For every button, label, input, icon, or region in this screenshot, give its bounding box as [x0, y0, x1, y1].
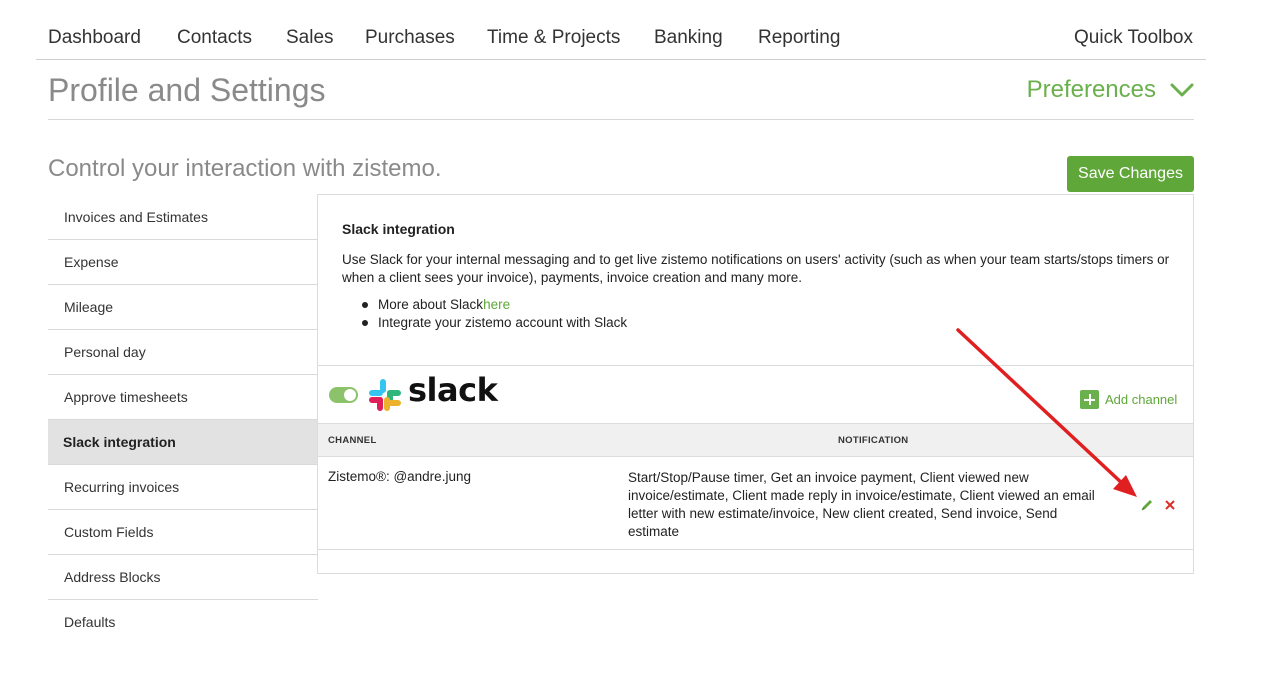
preferences-dropdown[interactable]: Preferences — [1027, 76, 1194, 104]
top-nav: Dashboard Contacts Sales Purchases Time … — [36, 0, 1206, 60]
table-header: CHANNEL NOTIFICATION — [318, 423, 1193, 457]
slack-wordmark: slack — [408, 371, 498, 409]
column-header-channel: CHANNEL — [328, 435, 377, 446]
list-item: More about Slack here — [362, 296, 627, 314]
table-row: Zistemo®: @andre.jung Start/Stop/Pause t… — [318, 457, 1193, 550]
nav-sales[interactable]: Sales — [286, 27, 334, 49]
nav-banking[interactable]: Banking — [654, 27, 723, 49]
toggle-knob — [344, 389, 356, 401]
sidebar-item-recurring-invoices[interactable]: Recurring invoices — [48, 465, 318, 510]
bullet-dot — [362, 320, 368, 326]
plus-icon — [1080, 390, 1099, 409]
settings-sidebar: Invoices and Estimates Expense Mileage P… — [48, 195, 318, 645]
divider — [318, 365, 1193, 366]
sidebar-item-address-blocks[interactable]: Address Blocks — [48, 555, 318, 600]
add-channel-button[interactable]: Add channel — [1080, 390, 1177, 409]
section-subtitle: Control your interaction with zistemo. — [48, 155, 442, 182]
notification-cell: Start/Stop/Pause timer, Get an invoice p… — [628, 470, 1095, 539]
slack-info-link[interactable]: here — [483, 296, 510, 314]
sidebar-item-mileage[interactable]: Mileage — [48, 285, 318, 330]
nav-quick-toolbox[interactable]: Quick Toolbox — [1074, 27, 1193, 49]
info-bullets: More about Slack here Integrate your zis… — [362, 296, 627, 332]
panel-title: Slack integration — [342, 221, 455, 237]
nav-reporting[interactable]: Reporting — [758, 27, 840, 49]
list-item: Integrate your zistemo account with Slac… — [362, 314, 627, 332]
sidebar-item-slack-integration[interactable]: Slack integration — [48, 420, 318, 465]
sidebar-item-custom-fields[interactable]: Custom Fields — [48, 510, 318, 555]
column-header-notification: NOTIFICATION — [838, 435, 909, 446]
channel-cell: Zistemo®: @andre.jung — [328, 469, 471, 484]
nav-time-projects[interactable]: Time & Projects — [487, 27, 620, 49]
save-changes-button[interactable]: Save Changes — [1067, 156, 1194, 192]
chevron-down-icon — [1170, 83, 1194, 97]
nav-dashboard[interactable]: Dashboard — [48, 27, 141, 49]
nav-contacts[interactable]: Contacts — [177, 27, 252, 49]
slack-logo-icon — [369, 379, 401, 411]
sidebar-item-expense[interactable]: Expense — [48, 240, 318, 285]
page-header: Profile and Settings Preferences — [48, 70, 1194, 120]
preferences-label: Preferences — [1026, 76, 1156, 103]
bullet-text: Integrate your zistemo account with Slac… — [378, 315, 628, 330]
slack-integration-panel: Slack integration Use Slack for your int… — [317, 194, 1194, 574]
slack-enabled-toggle[interactable] — [329, 387, 358, 403]
sidebar-item-approve-timesheets[interactable]: Approve timesheets — [48, 375, 318, 420]
page-title: Profile and Settings — [48, 72, 326, 108]
sidebar-item-invoices-estimates[interactable]: Invoices and Estimates — [48, 195, 318, 240]
add-channel-label: Add channel — [1105, 392, 1178, 407]
panel-description: Use Slack for your internal messaging an… — [342, 252, 1170, 285]
sidebar-item-defaults[interactable]: Defaults — [48, 600, 318, 645]
bullet-text: More about Slack — [378, 297, 484, 312]
close-icon[interactable] — [1163, 498, 1177, 512]
pencil-icon[interactable] — [1140, 498, 1154, 512]
sidebar-item-personal-day[interactable]: Personal day — [48, 330, 318, 375]
bullet-dot — [362, 302, 368, 308]
nav-purchases[interactable]: Purchases — [365, 27, 455, 49]
